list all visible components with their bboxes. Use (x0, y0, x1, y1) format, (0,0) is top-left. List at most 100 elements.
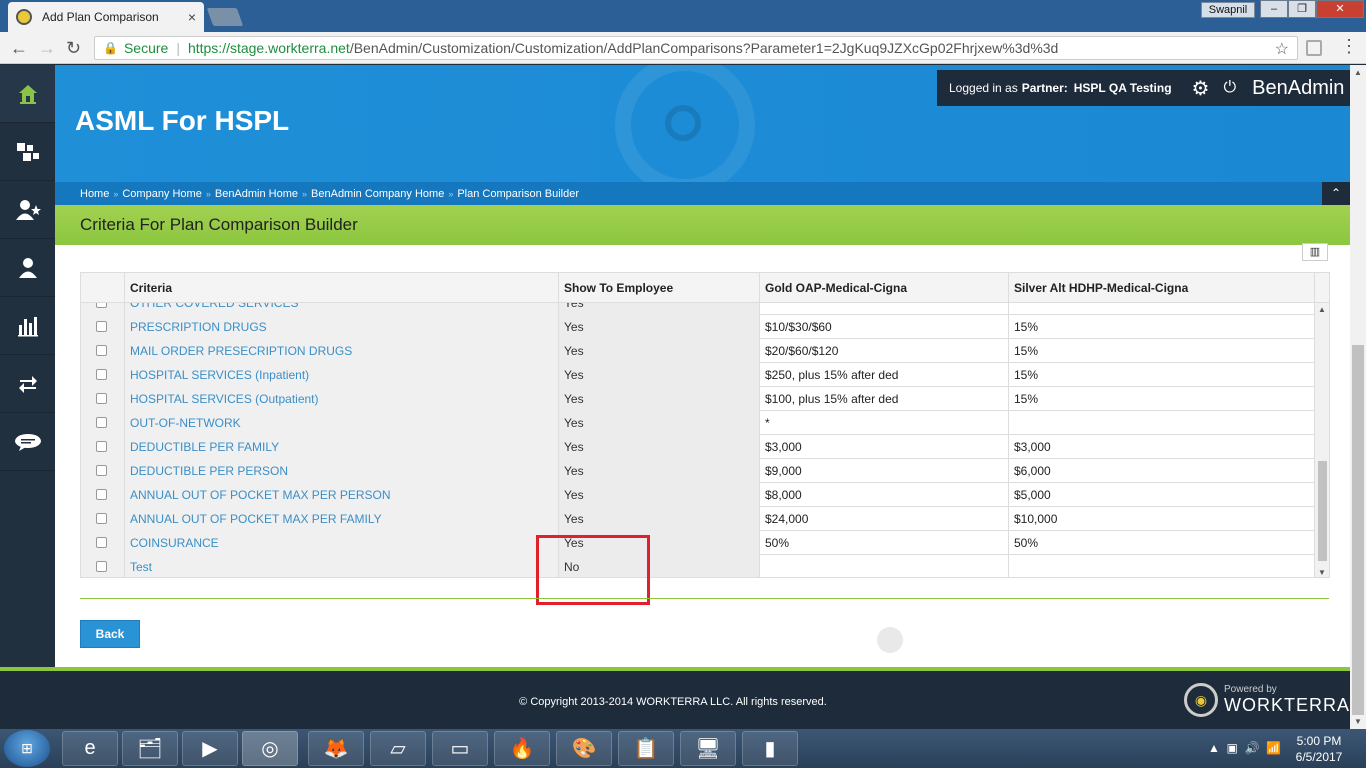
new-tab-button[interactable] (206, 8, 244, 26)
power-icon[interactable]: ⏻ (1223, 79, 1236, 97)
row-checkbox[interactable] (96, 513, 107, 524)
row-checkbox[interactable] (96, 561, 107, 572)
table-row[interactable]: OTHER COVERED SERVICES Yes * (81, 303, 1315, 315)
maximize-button[interactable]: ❐ (1288, 0, 1316, 18)
profile-chip[interactable]: Swapnil (1201, 2, 1255, 18)
paint-icon[interactable]: 🎨 (556, 731, 612, 766)
media-player-icon[interactable]: ▶ (182, 731, 238, 766)
criteria-cell[interactable]: PRESCRIPTION DRUGS (125, 315, 559, 339)
scroll-up-icon[interactable]: ▲ (1318, 305, 1326, 314)
page-scroll-down-icon[interactable]: ▼ (1354, 717, 1362, 726)
criteria-cell[interactable]: ANNUAL OUT OF POCKET MAX PER FAMILY (125, 507, 559, 531)
sidebar-item-messages[interactable] (0, 413, 55, 471)
collapse-header-button[interactable]: ⌃ (1322, 182, 1350, 205)
url-input[interactable]: 🔒 Secure | https://stage.workterra.net /… (94, 36, 1298, 60)
criteria-cell[interactable]: DEDUCTIBLE PER PERSON (125, 459, 559, 483)
notes-icon[interactable]: ▱ (370, 731, 426, 766)
explorer-icon[interactable]: 🗂 (122, 731, 178, 766)
page-scroll-up-icon[interactable]: ▲ (1354, 68, 1362, 77)
tab-close-icon[interactable]: × (188, 9, 196, 25)
criteria-cell[interactable]: ANNUAL OUT OF POCKET MAX PER PERSON (125, 483, 559, 507)
criteria-cell[interactable]: OTHER COVERED SERVICES (125, 303, 559, 315)
table-row[interactable]: HOSPITAL SERVICES (Inpatient) Yes $250, pl… (81, 363, 1315, 387)
clock[interactable]: 5:00 PM 6/5/2017 (1284, 733, 1354, 765)
sidebar-item-home[interactable] (0, 65, 55, 123)
criteria-cell[interactable]: MAIL ORDER PRESECRIPTION DRUGS (125, 339, 559, 363)
url-separator: | (176, 40, 180, 56)
breadcrumb-home[interactable]: Home (80, 188, 109, 200)
browser-tab[interactable]: Add Plan Comparison × (8, 2, 204, 32)
criteria-cell[interactable]: Test (125, 555, 559, 577)
criteria-cell[interactable]: HOSPITAL SERVICES (Inpatient) (125, 363, 559, 387)
sidebar-item-reports[interactable] (0, 297, 55, 355)
breadcrumb-company-home[interactable]: Company Home (122, 188, 201, 200)
start-button[interactable]: ⊞ (4, 730, 50, 767)
browser-menu-icon[interactable]: ⋮ (1340, 36, 1358, 57)
scroll-down-icon[interactable]: ▼ (1318, 568, 1326, 577)
sticky-notes-icon[interactable]: ▭ (432, 731, 488, 766)
table-row[interactable]: OUT-OF-NETWORK Yes * (81, 411, 1315, 435)
table-row[interactable]: MAIL ORDER PRESECRIPTION DRUGS Yes $20/$60… (81, 339, 1315, 363)
sidebar-item-transfers[interactable] (0, 355, 55, 413)
header-show-to-employee[interactable]: Show To Employee (559, 273, 760, 303)
row-checkbox[interactable] (96, 393, 107, 404)
gold-plan-cell: $24,000 (760, 507, 1009, 531)
command-prompt-icon[interactable]: ▮ (742, 731, 798, 766)
row-checkbox[interactable] (96, 465, 107, 476)
table-scrollbar[interactable]: ▲ ▼ (1315, 303, 1329, 577)
breadcrumb-benadmin-company-home[interactable]: BenAdmin Company Home (311, 188, 444, 200)
reload-icon[interactable]: ↻ (66, 38, 81, 59)
row-checkbox[interactable] (96, 537, 107, 548)
column-chooser-icon[interactable]: ▥ (1302, 243, 1328, 261)
criteria-cell[interactable]: DEDUCTIBLE PER FAMILY (125, 435, 559, 459)
system-tray-icons[interactable]: ▲ ▣ 🔊 📶 (1208, 741, 1281, 755)
annotation-highlight-box (536, 535, 650, 605)
row-checkbox[interactable] (96, 369, 107, 380)
criteria-cell[interactable]: HOSPITAL SERVICES (Outpatient) (125, 387, 559, 411)
sidebar-item-modules[interactable] (0, 123, 55, 181)
page-scrollbar[interactable]: ▲ ▼ (1350, 65, 1366, 729)
table-row[interactable]: DEDUCTIBLE PER FAMILY Yes $3,000 $3,000 (81, 435, 1315, 459)
bookmark-star-icon[interactable]: ☆ (1275, 39, 1289, 59)
breadcrumb-benadmin-home[interactable]: BenAdmin Home (215, 188, 298, 200)
header-silver-plan[interactable]: Silver Alt HDHP-Medical-Cigna (1009, 273, 1315, 303)
criteria-cell[interactable]: COINSURANCE (125, 531, 559, 555)
row-checkbox[interactable] (96, 321, 107, 332)
gear-icon[interactable]: ⚙ (1192, 76, 1210, 101)
table-row[interactable]: DEDUCTIBLE PER PERSON Yes $9,000 $6,000 (81, 459, 1315, 483)
criteria-cell[interactable]: OUT-OF-NETWORK (125, 411, 559, 435)
extension-icon[interactable] (1306, 40, 1322, 56)
row-checkbox[interactable] (96, 303, 107, 308)
secure-label: Secure (123, 40, 169, 56)
table-row[interactable]: HOSPITAL SERVICES (Outpatient) Yes $100, p… (81, 387, 1315, 411)
forward-arrow-icon[interactable]: → (38, 38, 56, 59)
header-criteria[interactable]: Criteria (125, 273, 559, 303)
ie-icon[interactable]: e (62, 731, 118, 766)
remote-desktop-icon[interactable]: 🖥 (680, 731, 736, 766)
firefox-icon[interactable]: 🦊 (308, 731, 364, 766)
row-checkbox[interactable] (96, 441, 107, 452)
table-row[interactable]: ANNUAL OUT OF POCKET MAX PER PERSON Yes $8… (81, 483, 1315, 507)
header-gold-plan[interactable]: Gold OAP-Medical-Cigna (760, 273, 1009, 303)
back-arrow-icon[interactable]: ← (10, 38, 28, 59)
sidebar-item-employees[interactable] (0, 239, 55, 297)
table-row[interactable]: ANNUAL OUT OF POCKET MAX PER FAMILY Yes $2… (81, 507, 1315, 531)
sidebar-item-admin-users[interactable] (0, 181, 55, 239)
row-checkbox[interactable] (96, 345, 107, 356)
clipboard-icon[interactable]: 📋 (618, 731, 674, 766)
chrome-icon[interactable]: ◎ (242, 731, 298, 766)
table-body: OTHER COVERED SERVICES Yes * PRESCRIPTION D… (81, 303, 1315, 577)
close-window-button[interactable]: ✕ (1316, 0, 1364, 18)
table-row[interactable]: COINSURANCE Yes 50% 50% (81, 531, 1315, 555)
gold-plan-cell: $100, plus 15% after ded (760, 387, 1009, 411)
logged-in-label: Logged in as (949, 81, 1018, 95)
row-checkbox[interactable] (96, 417, 107, 428)
table-scroll-thumb[interactable] (1318, 461, 1327, 561)
table-row[interactable]: PRESCRIPTION DRUGS Yes $10/$30/$60 15% (81, 315, 1315, 339)
back-button[interactable]: Back (80, 620, 140, 648)
minimize-button[interactable]: – (1260, 0, 1288, 18)
row-checkbox[interactable] (96, 489, 107, 500)
table-row[interactable]: Test No (81, 555, 1315, 577)
burner-icon[interactable]: 🔥 (494, 731, 550, 766)
page-scroll-thumb[interactable] (1352, 345, 1364, 715)
